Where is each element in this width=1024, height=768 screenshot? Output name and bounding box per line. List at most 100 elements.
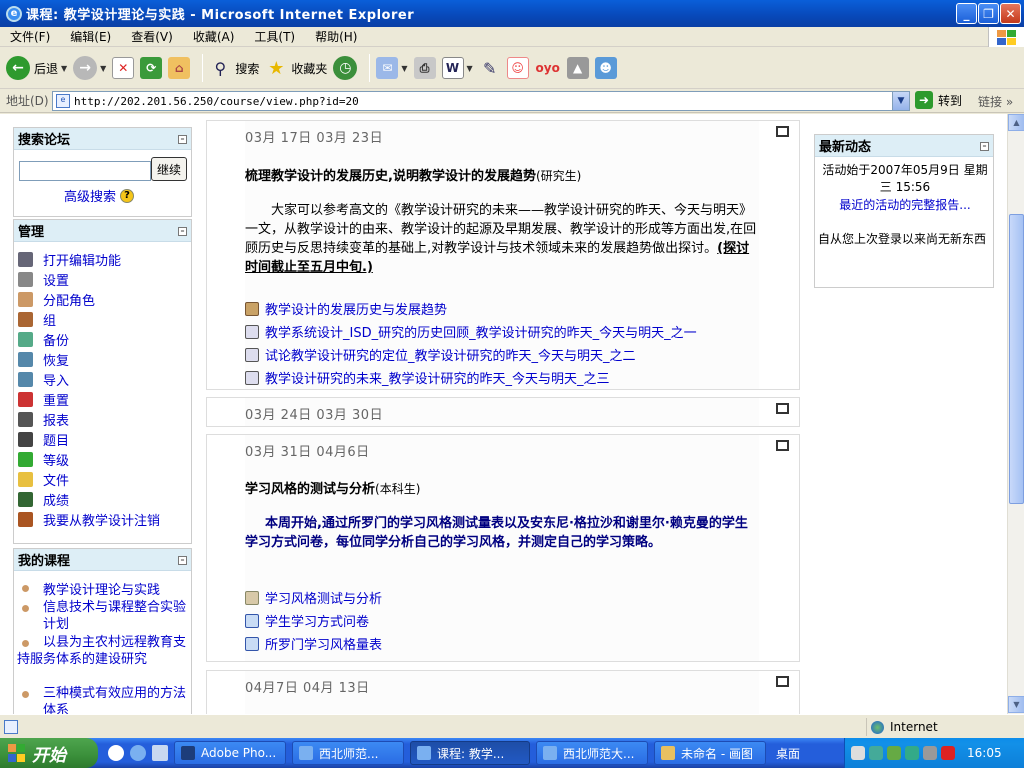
start-button[interactable]: 开始 — [0, 738, 98, 768]
favorites-button[interactable]: ★ 收藏夹 — [265, 52, 327, 84]
admin-item[interactable]: 组 — [18, 310, 56, 329]
word-edit-icon[interactable]: W — [441, 57, 464, 79]
minimize-button[interactable]: _ — [956, 3, 977, 24]
forward-button[interactable]: → ▼ — [73, 52, 106, 84]
admin-item-label[interactable]: 分配角色 — [43, 290, 95, 309]
refresh-icon[interactable]: ⟳ — [140, 57, 163, 79]
full-report-link[interactable]: 最近的活动的完整报告... — [817, 196, 993, 213]
admin-item[interactable]: 等级 — [18, 450, 69, 469]
hello-kitty-icon[interactable]: ☺ — [506, 57, 529, 79]
resource-link[interactable]: 教学设计的发展历史与发展趋势 — [245, 299, 447, 318]
collapse-icon[interactable]: – — [178, 227, 187, 236]
mail-dropdown-icon[interactable]: ▼ — [401, 64, 407, 73]
oyo-icon[interactable]: oyo — [534, 57, 561, 79]
resource-link[interactable]: 教学系统设计_ISD_研究的历史回顾_教学设计研究的昨天_今天与明天_之一 — [245, 322, 697, 341]
scroll-thumb[interactable] — [1009, 214, 1024, 504]
home-icon[interactable]: ⌂ — [168, 57, 191, 79]
resource-link[interactable]: 试论教学设计研究的定位_教学设计研究的昨天_今天与明天_之二 — [245, 345, 636, 364]
ie-quicklaunch-icon[interactable] — [130, 745, 146, 761]
history-icon[interactable]: ◷ — [333, 56, 358, 80]
admin-item[interactable]: 成绩 — [18, 490, 69, 509]
admin-item[interactable]: 重置 — [18, 390, 69, 409]
forum-search-input[interactable] — [19, 161, 151, 181]
admin-item[interactable]: 我要从教学设计注销 — [18, 510, 160, 529]
resource-link[interactable]: 所罗门学习风格量表 — [245, 634, 382, 653]
discuss-icon[interactable]: ✎ — [478, 57, 501, 79]
help-icon[interactable]: ? — [120, 188, 135, 203]
admin-item-label[interactable]: 我要从教学设计注销 — [43, 510, 160, 529]
admin-item-label[interactable]: 等级 — [43, 450, 69, 469]
course-link-label[interactable]: 以县为主农村远程教育支持服务体系的建设研究 — [17, 634, 190, 668]
vertical-scrollbar[interactable]: ▲ ▼ — [1007, 114, 1024, 714]
menu-file[interactable]: 文件(F) — [0, 28, 60, 45]
messenger-icon[interactable]: ☻ — [594, 57, 617, 79]
resource-label[interactable]: 教学设计的发展历史与发展趋势 — [265, 299, 447, 318]
admin-item[interactable]: 报表 — [18, 410, 69, 429]
maximize-button[interactable]: ❐ — [978, 3, 999, 24]
tray-app-icon[interactable] — [923, 746, 937, 760]
stop-icon[interactable]: ✕ — [112, 57, 135, 79]
menu-tools[interactable]: 工具(T) — [244, 28, 305, 45]
taskbar-item-ie-1[interactable]: 西北师范... — [292, 741, 404, 765]
print-icon[interactable]: ⎙ — [413, 57, 436, 79]
course-link-label[interactable]: 三种模式有效应用的方法体系 — [43, 685, 188, 714]
resource-label[interactable]: 学生学习方式问卷 — [265, 611, 369, 630]
admin-item-label[interactable]: 文件 — [43, 470, 69, 489]
tray-security-icon[interactable] — [887, 746, 901, 760]
course-link[interactable]: 三种模式有效应用的方法体系 — [18, 685, 188, 714]
tray-keyboard-icon[interactable] — [851, 746, 865, 760]
course-link-label[interactable]: 信息技术与课程整合实验计划 — [43, 599, 188, 633]
resource-link[interactable]: 学生学习方式问卷 — [245, 611, 369, 630]
admin-item-label[interactable]: 报表 — [43, 410, 69, 429]
resource-link[interactable]: 教学设计研究的未来_教学设计研究的昨天_今天与明天_之三 — [245, 368, 610, 387]
resource-label[interactable]: 教学系统设计_ISD_研究的历史回顾_教学设计研究的昨天_今天与明天_之一 — [265, 322, 697, 341]
scroll-up-icon[interactable]: ▲ — [1008, 114, 1024, 131]
edit-dropdown-icon[interactable]: ▼ — [467, 64, 473, 73]
course-link[interactable]: 以县为主农村远程教育支持服务体系的建设研究 — [17, 634, 190, 668]
show-only-week-icon[interactable] — [776, 126, 789, 137]
admin-item[interactable]: 导入 — [18, 370, 69, 389]
advanced-search-link[interactable]: 高级搜索 — [64, 186, 116, 205]
address-input[interactable]: e http://202.201.56.250/course/view.php?… — [52, 91, 910, 111]
admin-item-label[interactable]: 备份 — [43, 330, 69, 349]
search-continue-button[interactable]: 继续 — [151, 157, 187, 181]
admin-item-label[interactable]: 设置 — [43, 270, 69, 289]
menu-favorites[interactable]: 收藏(A) — [183, 28, 245, 45]
resource-label[interactable]: 教学设计研究的未来_教学设计研究的昨天_今天与明天_之三 — [265, 368, 610, 387]
admin-item[interactable]: 分配角色 — [18, 290, 95, 309]
address-url[interactable]: http://202.201.56.250/course/view.php?id… — [74, 95, 359, 108]
admin-item-label[interactable]: 恢复 — [43, 350, 69, 369]
course-link[interactable]: 教学设计理论与实践 — [18, 579, 160, 598]
admin-item-label[interactable]: 题目 — [43, 430, 69, 449]
collapse-icon[interactable]: – — [980, 142, 989, 151]
links-button[interactable]: 链接 » — [978, 93, 1013, 110]
research-icon[interactable]: ▲ — [566, 57, 589, 79]
menu-edit[interactable]: 编辑(E) — [60, 28, 121, 45]
tray-network-icon[interactable] — [869, 746, 883, 760]
admin-item[interactable]: 题目 — [18, 430, 69, 449]
tray-antivirus-icon[interactable] — [941, 746, 955, 760]
admin-item-label[interactable]: 重置 — [43, 390, 69, 409]
mail-icon[interactable]: ✉ — [376, 57, 399, 79]
admin-item-label[interactable]: 组 — [43, 310, 56, 329]
taskbar-item-photoshop[interactable]: Adobe Pho... — [174, 741, 286, 765]
back-button[interactable]: ← 后退 ▼ — [6, 52, 67, 84]
menu-help[interactable]: 帮助(H) — [305, 28, 367, 45]
admin-item-label[interactable]: 导入 — [43, 370, 69, 389]
show-desktop-icon[interactable] — [152, 745, 168, 761]
search-button[interactable]: ⚲ 搜索 — [209, 52, 259, 84]
course-link[interactable]: 信息技术与课程整合实验计划 — [18, 599, 188, 633]
taskbar-item-ie-2[interactable]: 西北师范大... — [536, 741, 648, 765]
show-only-week-icon[interactable] — [776, 440, 789, 451]
taskbar-item-ie-course[interactable]: 课程: 教学... — [410, 741, 530, 765]
resource-link[interactable]: 学习风格测试与分析 — [245, 588, 382, 607]
go-button[interactable]: ➜ 转到 — [915, 91, 962, 109]
media-player-icon[interactable] — [108, 745, 124, 761]
back-dropdown-icon[interactable]: ▼ — [61, 64, 67, 73]
admin-item-label[interactable]: 成绩 — [43, 490, 69, 509]
collapse-icon[interactable]: – — [178, 556, 187, 565]
resource-label[interactable]: 试论教学设计研究的定位_教学设计研究的昨天_今天与明天_之二 — [265, 345, 636, 364]
admin-item[interactable]: 打开编辑功能 — [18, 250, 121, 269]
scroll-down-icon[interactable]: ▼ — [1008, 696, 1024, 713]
taskbar-item-paint[interactable]: 未命名 - 画图 — [654, 741, 766, 765]
